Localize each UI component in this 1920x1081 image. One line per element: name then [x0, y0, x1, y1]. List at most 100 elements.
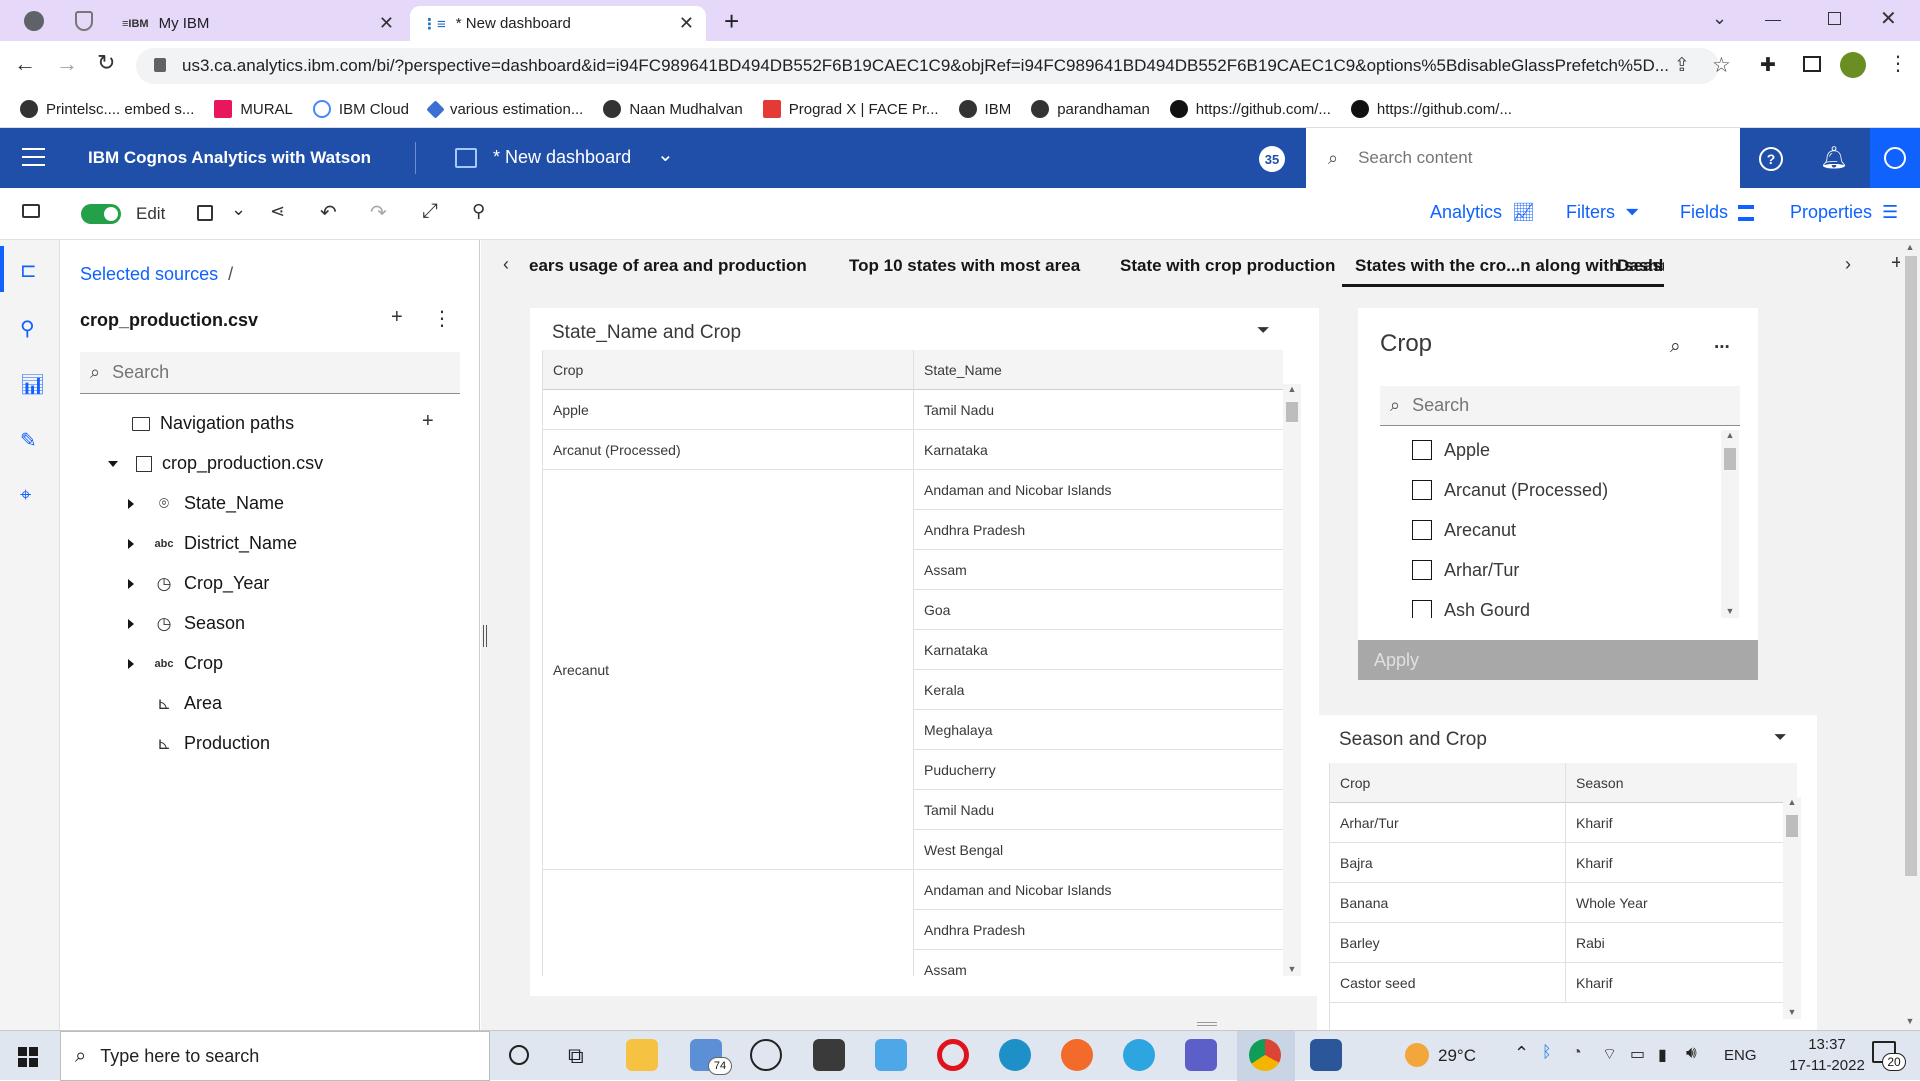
bookmark-item[interactable]: https://github.com/... [1350, 100, 1512, 118]
url-input[interactable]: us3.ca.analytics.ibm.com/bi/?perspective… [136, 48, 1719, 84]
field-item-state-name[interactable]: ⌾ State_Name [128, 493, 284, 514]
forward-icon[interactable]: → [56, 51, 78, 77]
breadcrumb-link[interactable]: Selected sources [80, 264, 218, 285]
fullscreen-icon[interactable]: ⤢ [422, 200, 438, 223]
properties-button[interactable]: Properties ☰ [1790, 202, 1898, 223]
caret-right-icon[interactable] [128, 618, 134, 629]
bookmark-item[interactable]: MURAL [214, 100, 293, 118]
caret-right-icon[interactable] [128, 658, 134, 669]
windows-start-icon[interactable] [18, 1047, 38, 1067]
avatar[interactable] [1840, 52, 1866, 78]
tabs-scroll-left-icon[interactable]: ‹ [503, 254, 509, 275]
back-icon[interactable]: ← [14, 51, 36, 77]
add-navigation-path-icon[interactable]: + [422, 410, 434, 433]
search-content-input[interactable] [1358, 148, 1689, 168]
field-item-production[interactable]: ⊾ Production [128, 733, 270, 754]
bookmark-star-icon[interactable]: ☆ [1712, 53, 1731, 78]
extensions-icon[interactable]: ✚ [1760, 54, 1776, 77]
bookmark-item[interactable]: parandhaman [1031, 100, 1150, 118]
bell-icon[interactable]: 🔔︎ [1820, 145, 1848, 171]
field-item-district-name[interactable]: abc District_Name [128, 533, 297, 554]
field-item-crop[interactable]: abc Crop [128, 653, 223, 674]
notes-icon[interactable] [875, 1039, 907, 1071]
funnel-icon[interactable]: ⏷ [1257, 322, 1270, 340]
edge-icon[interactable] [999, 1039, 1031, 1071]
state-crop-widget[interactable]: State_Name and Crop ⏷ Crop State_Name Appl… [530, 308, 1319, 996]
tray-icon[interactable]: ◔ [1572, 1044, 1582, 1062]
tab-new-dashboard[interactable]: ⋮≡ * New dashboard ✕ [410, 6, 706, 41]
language-indicator[interactable]: ENG [1724, 1047, 1757, 1064]
kebab-menu-icon[interactable]: ⋮ [1888, 51, 1908, 76]
tray-chevron-icon[interactable]: ⌃ [1514, 1043, 1529, 1064]
weather-text[interactable]: 29°C [1438, 1046, 1476, 1066]
scroll-up-arrow-icon[interactable]: ▲ [1900, 242, 1920, 252]
pin-icon[interactable]: ⚲ [20, 316, 35, 341]
filter-option[interactable]: Apple [1380, 430, 1490, 470]
profile-icon[interactable] [24, 11, 44, 31]
bookmark-item[interactable]: Prograd X | FACE Pr... [762, 100, 939, 118]
caret-right-icon[interactable] [128, 538, 134, 549]
scroll-thumb[interactable] [1786, 815, 1798, 837]
bookmark-item[interactable]: IBM Cloud [312, 100, 409, 118]
save-icon[interactable] [197, 205, 213, 221]
reload-icon[interactable]: ↻ [97, 50, 115, 76]
analytics-button[interactable]: Analytics 📈︎ [1430, 202, 1535, 223]
tab-my-ibm[interactable]: ≡IBM My IBM ✕ [110, 6, 406, 41]
field-item-area[interactable]: ⊾ Area [128, 693, 222, 714]
widgets-icon[interactable]: ✎ [20, 428, 37, 453]
chevron-down-icon[interactable]: ⌄ [657, 142, 674, 167]
funnel-icon[interactable]: ⏷ [1774, 729, 1787, 747]
visualizations-icon[interactable]: 📊︎ [20, 372, 45, 397]
sidepanel-icon[interactable] [1803, 56, 1821, 72]
scroll-up-arrow-icon[interactable]: ▲ [1783, 797, 1801, 807]
dashboard-title[interactable]: * New dashboard [493, 147, 631, 168]
hamburger-menu-icon[interactable] [22, 148, 45, 166]
app-icon[interactable] [813, 1039, 845, 1071]
user-button[interactable] [1870, 128, 1920, 188]
scroll-thumb[interactable] [1286, 402, 1298, 422]
field-item-crop-year[interactable]: ◷ Crop_Year [128, 573, 269, 594]
minimize-icon[interactable] [1765, 20, 1781, 21]
dashboard-tab[interactable]: Dashbo [1617, 256, 1664, 276]
filters-button[interactable]: Filters ⏷ [1566, 202, 1639, 223]
wifi-icon[interactable]: ⌔ [1602, 1044, 1617, 1064]
bookmark-item[interactable]: Printelsc.... embed s... [20, 100, 194, 118]
new-tab-icon[interactable]: + [724, 6, 739, 37]
filter-search-field[interactable]: ⌕ [1380, 386, 1740, 426]
scroll-thumb[interactable] [1724, 448, 1736, 470]
search-icon[interactable]: ⌕ [1670, 336, 1681, 358]
volume-icon[interactable]: 🔊︎ [1686, 1043, 1697, 1063]
undo-icon[interactable]: ↶ [320, 200, 337, 225]
tab-search-chevron-icon[interactable]: ⌄ [1712, 8, 1727, 29]
source-search-field[interactable]: ⌕ [80, 352, 460, 394]
fields-button[interactable]: Fields [1680, 202, 1755, 223]
help-icon[interactable]: ? [1759, 147, 1783, 171]
edit-toggle[interactable] [81, 204, 121, 224]
table-scrollbar[interactable]: ▲ ▼ [1283, 384, 1301, 976]
file-explorer-icon[interactable] [626, 1039, 658, 1071]
source-search-input[interactable] [112, 362, 433, 383]
crop-filter-widget[interactable]: Crop ⌕ ... ⌕ Apple Arcanut (Processed) Are… [1358, 308, 1758, 680]
filter-scrollbar[interactable]: ▲ ▼ [1721, 430, 1739, 618]
filter-search-input[interactable] [1412, 395, 1713, 416]
dell-icon[interactable] [750, 1039, 782, 1071]
firefox-icon[interactable] [1061, 1039, 1093, 1071]
bookmark-item[interactable]: IBM [958, 100, 1011, 118]
scroll-up-arrow-icon[interactable]: ▲ [1283, 384, 1301, 394]
weather-icon[interactable] [1405, 1043, 1429, 1067]
resize-handle[interactable] [1197, 1022, 1217, 1026]
scroll-up-arrow-icon[interactable]: ▲ [1721, 430, 1739, 440]
checkbox[interactable] [1412, 600, 1432, 618]
data-sources-icon[interactable]: ⊏ [20, 258, 37, 283]
bookmark-item[interactable]: Naan Mudhalvan [603, 100, 743, 118]
bluetooth-icon[interactable]: ᛒ [1542, 1044, 1552, 1062]
caret-right-icon[interactable] [128, 498, 134, 509]
table-tree-item[interactable]: crop_production.csv [108, 453, 323, 474]
close-window-icon[interactable]: ✕ [1880, 6, 1897, 31]
filter-option[interactable]: Ash Gourd [1380, 590, 1530, 618]
checkbox[interactable] [1412, 480, 1432, 500]
clock-date[interactable]: 17-11-2022 [1782, 1057, 1872, 1074]
checkbox[interactable] [1412, 560, 1432, 580]
dashboard-tab[interactable]: ears usage of area and production [529, 256, 807, 276]
scroll-down-arrow-icon[interactable]: ▼ [1783, 1007, 1801, 1017]
